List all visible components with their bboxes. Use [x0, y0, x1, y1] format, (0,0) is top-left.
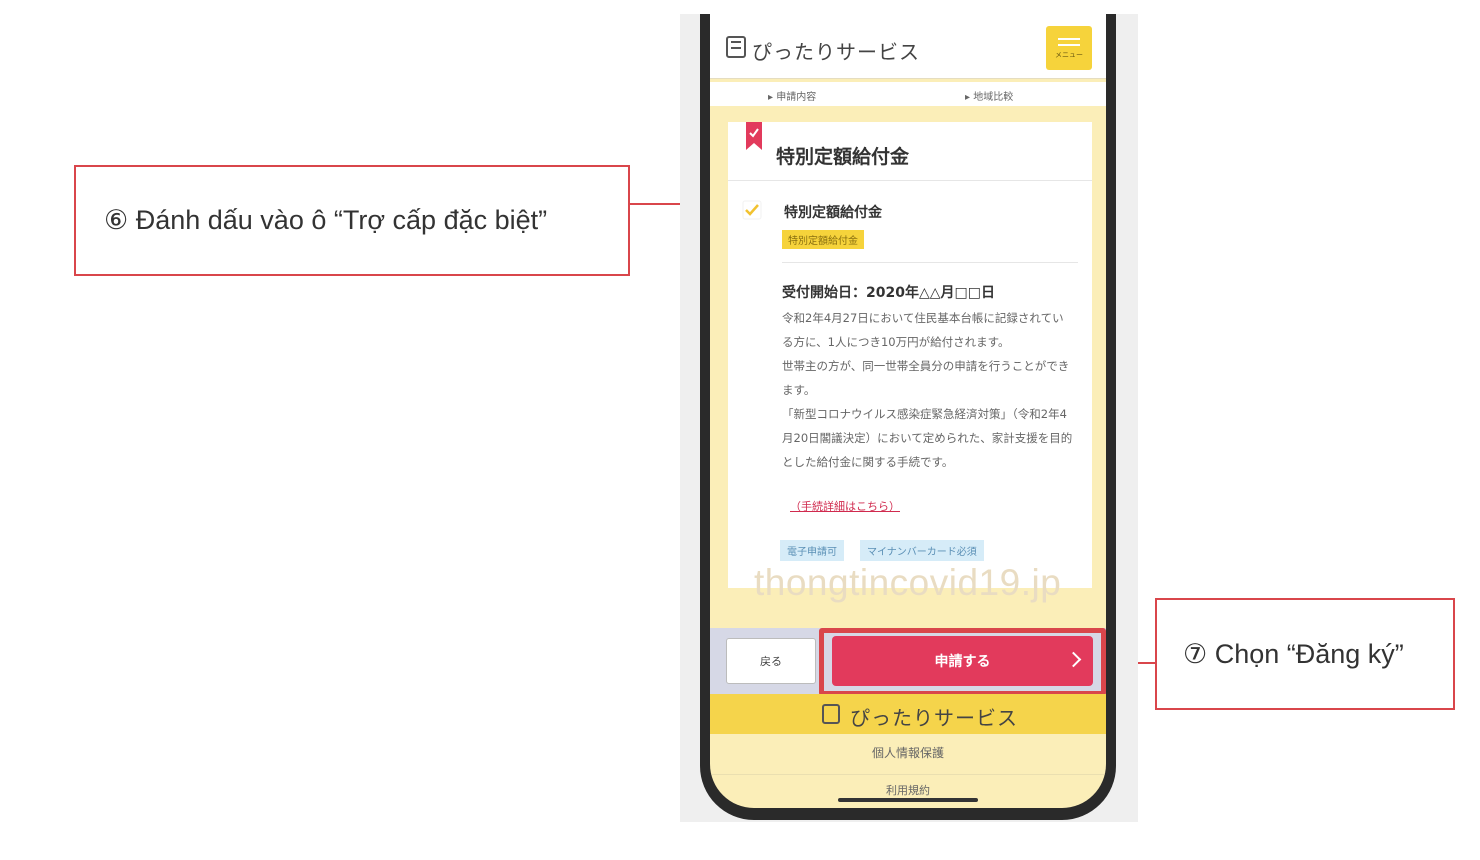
divider: [782, 262, 1078, 263]
subnav-link-region[interactable]: ▸ 地域比較: [965, 88, 1013, 103]
callout-step-7: ⑦ Chọn “Đăng ký”: [1155, 598, 1455, 710]
app-header: ぴったりサービス メニュー: [710, 14, 1106, 79]
benefit-card: 特別定額給付金 特別定額給付金 特別定額給付金 受付開始日：2020年△△月□□…: [728, 122, 1092, 588]
badge-mynumber-required: マイナンバーカード必須: [860, 540, 984, 561]
apply-button-label: 申請する: [934, 654, 991, 670]
phone-screen: ぴったりサービス メニュー ▸ 申請内容 ▸ 地域比較 特別定額給付金 特別定額…: [710, 14, 1106, 808]
apply-button[interactable]: 申請する: [832, 636, 1093, 686]
procedure-details-link[interactable]: （手続詳細はこちら）: [790, 498, 900, 514]
back-button[interactable]: 戻る: [726, 638, 816, 684]
hamburger-icon: [1058, 38, 1080, 40]
benefit-item-title[interactable]: 特別定額給付金: [784, 202, 882, 222]
divider: [710, 774, 1106, 775]
watermark: thongtincovid19.jp: [754, 562, 1062, 603]
action-bar: 戻る 申請する: [710, 628, 1106, 696]
category-tag: 特別定額給付金: [782, 230, 864, 249]
divider: [728, 180, 1092, 181]
footer-brand-name[interactable]: ぴったりサービス: [850, 702, 1018, 731]
hamburger-icon: [1058, 44, 1080, 46]
subnav-link-application[interactable]: ▸ 申請内容: [768, 88, 816, 103]
menu-label: メニュー: [1055, 51, 1083, 59]
reception-start-date: 受付開始日：2020年△△月□□日: [782, 285, 995, 301]
sub-navigation: ▸ 申請内容 ▸ 地域比較: [710, 82, 1106, 106]
phone-frame: ぴったりサービス メニュー ▸ 申請内容 ▸ 地域比較 特別定額給付金 特別定額…: [700, 14, 1116, 820]
badge-online-application: 電子申請可: [780, 540, 844, 561]
home-indicator: [838, 798, 978, 802]
callout-step-6-text: ⑥ Đánh dấu vào ô “Trợ cấp đặc biệt”: [104, 205, 548, 235]
logo-icon: [822, 704, 840, 724]
menu-button[interactable]: メニュー: [1046, 26, 1092, 70]
chevron-right-icon: [1065, 651, 1082, 668]
checkbox-checked-icon[interactable]: [742, 200, 762, 220]
app-title[interactable]: ぴったりサービス: [752, 36, 920, 65]
privacy-link[interactable]: 個人情報保護: [710, 744, 1106, 761]
callout-step-7-text: ⑦ Chọn “Đăng ký”: [1183, 638, 1404, 669]
terms-link[interactable]: 利用規約: [710, 782, 1106, 798]
callout-step-6: ⑥ Đánh dấu vào ô “Trợ cấp đặc biệt”: [74, 165, 630, 276]
bookmark-icon: [746, 122, 762, 150]
benefit-description: 令和2年4月27日において住民基本台帳に記録されている方に、1人につき10万円が…: [782, 311, 1073, 469]
logo-icon: [726, 36, 746, 58]
footer-brand-band: ぴったりサービス: [710, 694, 1106, 734]
card-title: 特別定額給付金: [776, 146, 910, 168]
